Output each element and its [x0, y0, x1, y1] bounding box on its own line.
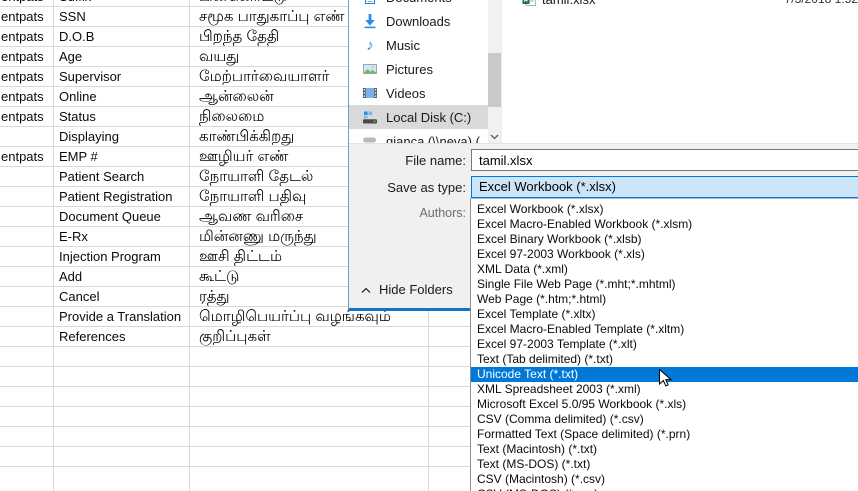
save-as-type-label: Save as type:: [349, 180, 466, 195]
file-type-option[interactable]: Excel 97-2003 Workbook (*.xls): [471, 247, 858, 262]
sheet-cell-a[interactable]: entpats: [0, 87, 54, 107]
sheet-cell-b[interactable]: D.O.B: [54, 27, 195, 47]
file-type-option[interactable]: XML Data (*.xml): [471, 262, 858, 277]
sheet-cell-b[interactable]: Displaying: [54, 127, 195, 147]
documents-icon: [362, 0, 378, 5]
sidebar-item[interactable]: ♪ Music: [349, 33, 488, 57]
sheet-cell-b[interactable]: SSN: [54, 7, 195, 27]
file-type-option[interactable]: CSV (MS-DOS) (*.csv): [471, 487, 858, 491]
sheet-cell-a[interactable]: entpats: [0, 107, 54, 127]
sheet-cell-a[interactable]: [0, 247, 54, 267]
sheet-cell-a[interactable]: [0, 207, 54, 227]
sheet-cell-a[interactable]: [0, 227, 54, 247]
music-icon: ♪: [362, 37, 378, 53]
sheet-cell-a[interactable]: entpats: [0, 67, 54, 87]
videos-icon: [362, 85, 378, 101]
network-drive-icon: [362, 133, 378, 143]
sheet-cell-b[interactable]: Patient Registration: [54, 187, 195, 207]
sheet-cell-b[interactable]: Patient Search: [54, 167, 195, 187]
scrollbar-down-button[interactable]: [488, 129, 501, 143]
sidebar-scrollbar[interactable]: [488, 0, 501, 143]
sheet-cell-a[interactable]: [0, 307, 54, 327]
sidebar-item-label: Documents: [386, 0, 452, 5]
sheet-cell-a[interactable]: [0, 187, 54, 207]
file-type-option[interactable]: CSV (Comma delimited) (*.csv): [471, 412, 858, 427]
sidebar-item-label: Downloads: [386, 14, 450, 29]
sidebar-item[interactable]: Videos: [349, 81, 488, 105]
sheet-cell-b[interactable]: Injection Program: [54, 247, 195, 267]
sheet-cell-b[interactable]: Suffix: [54, 0, 195, 7]
file-type-option[interactable]: Excel Template (*.xltx): [471, 307, 858, 322]
file-type-option[interactable]: Web Page (*.htm;*.html): [471, 292, 858, 307]
pictures-icon: [362, 61, 378, 77]
sheet-cell-a[interactable]: [0, 287, 54, 307]
sidebar-item-label: Pictures: [386, 62, 433, 77]
sheet-cell-a[interactable]: entpats: [0, 0, 54, 7]
sidebar-item-label: Local Disk (C:): [386, 110, 471, 125]
sheet-cell-b[interactable]: EMP #: [54, 147, 195, 167]
file-type-option[interactable]: Excel Workbook (*.xlsx): [471, 202, 858, 217]
file-type-option[interactable]: Excel 97-2003 Template (*.xlt): [471, 337, 858, 352]
sheet-cell-b[interactable]: E-Rx: [54, 227, 195, 247]
file-name: tamil.xlsx: [542, 0, 595, 7]
sheet-cell-a[interactable]: [0, 167, 54, 187]
file-type-option[interactable]: Formatted Text (Space delimited) (*.prn): [471, 427, 858, 442]
sheet-cell-a[interactable]: entpats: [0, 27, 54, 47]
chevron-down-icon: [490, 127, 499, 143]
file-name-input[interactable]: [471, 149, 858, 171]
sheet-cell-a[interactable]: entpats: [0, 147, 54, 167]
file-type-option[interactable]: Excel Macro-Enabled Workbook (*.xlsm): [471, 217, 858, 232]
sheet-cell-b[interactable]: Status: [54, 107, 195, 127]
sidebar-item-label: gianca (\\neva) (: [386, 134, 480, 144]
sheet-cell-a[interactable]: [0, 127, 54, 147]
scrollbar-thumb[interactable]: [488, 53, 501, 107]
sheet-cell-b[interactable]: Document Queue: [54, 207, 195, 227]
authors-label: Authors:: [349, 206, 466, 220]
downloads-icon: [362, 13, 378, 29]
file-type-option[interactable]: Excel Binary Workbook (*.xlsb): [471, 232, 858, 247]
file-type-option[interactable]: CSV (Macintosh) (*.csv): [471, 472, 858, 487]
sheet-cell-b[interactable]: Provide a Translation: [54, 307, 195, 327]
sidebar-item[interactable]: Documents: [349, 0, 488, 9]
hide-folders-label: Hide Folders: [379, 282, 453, 297]
sheet-cell-b[interactable]: References: [54, 327, 195, 347]
file-name-label: File name:: [349, 153, 466, 168]
dialog-browse-area: Documents Downloads ♪ Music Pictures Vid…: [349, 0, 858, 143]
sheet-cell-a[interactable]: entpats: [0, 7, 54, 27]
chevron-up-icon: [361, 282, 371, 297]
dialog-sidebar: Documents Downloads ♪ Music Pictures Vid…: [349, 0, 488, 143]
file-list-item[interactable]: tamil.xlsx 7/3/2018 1:52: [502, 0, 858, 9]
excel-file-icon: [522, 0, 536, 6]
file-type-option[interactable]: Single File Web Page (*.mht;*.mhtml): [471, 277, 858, 292]
file-type-option[interactable]: Excel Macro-Enabled Template (*.xltm): [471, 322, 858, 337]
file-type-option[interactable]: Text (MS-DOS) (*.txt): [471, 457, 858, 472]
local-disk-icon: [362, 109, 378, 125]
sheet-cell-b[interactable]: Add: [54, 267, 195, 287]
sidebar-item[interactable]: gianca (\\neva) (: [349, 129, 488, 143]
sheet-cell-b[interactable]: Cancel: [54, 287, 195, 307]
file-date: 7/3/2018 1:52: [785, 0, 858, 9]
sheet-cell-b[interactable]: Supervisor: [54, 67, 195, 87]
mouse-cursor: [659, 369, 673, 394]
file-type-option[interactable]: Text (Tab delimited) (*.txt): [471, 352, 858, 367]
save-as-type-combobox[interactable]: Excel Workbook (*.xlsx): [471, 176, 858, 198]
hide-folders-button[interactable]: Hide Folders: [361, 282, 453, 297]
file-list: tamil.xlsx 7/3/2018 1:52: [501, 0, 858, 143]
sidebar-item-label: Videos: [386, 86, 426, 101]
file-type-option[interactable]: Microsoft Excel 5.0/95 Workbook (*.xls): [471, 397, 858, 412]
sheet-cell-b[interactable]: Age: [54, 47, 195, 67]
sheet-cell-a[interactable]: [0, 327, 54, 347]
sheet-cell-a[interactable]: [0, 267, 54, 287]
sidebar-item[interactable]: Downloads: [349, 9, 488, 33]
file-type-dropdown-list: Excel Workbook (*.xlsx) Excel Macro-Enab…: [470, 198, 858, 491]
sheet-cell-a[interactable]: entpats: [0, 47, 54, 67]
sidebar-item[interactable]: Local Disk (C:): [349, 105, 488, 129]
file-type-option[interactable]: Text (Macintosh) (*.txt): [471, 442, 858, 457]
sidebar-item-label: Music: [386, 38, 420, 53]
sheet-cell-b[interactable]: Online: [54, 87, 195, 107]
sidebar-item[interactable]: Pictures: [349, 57, 488, 81]
